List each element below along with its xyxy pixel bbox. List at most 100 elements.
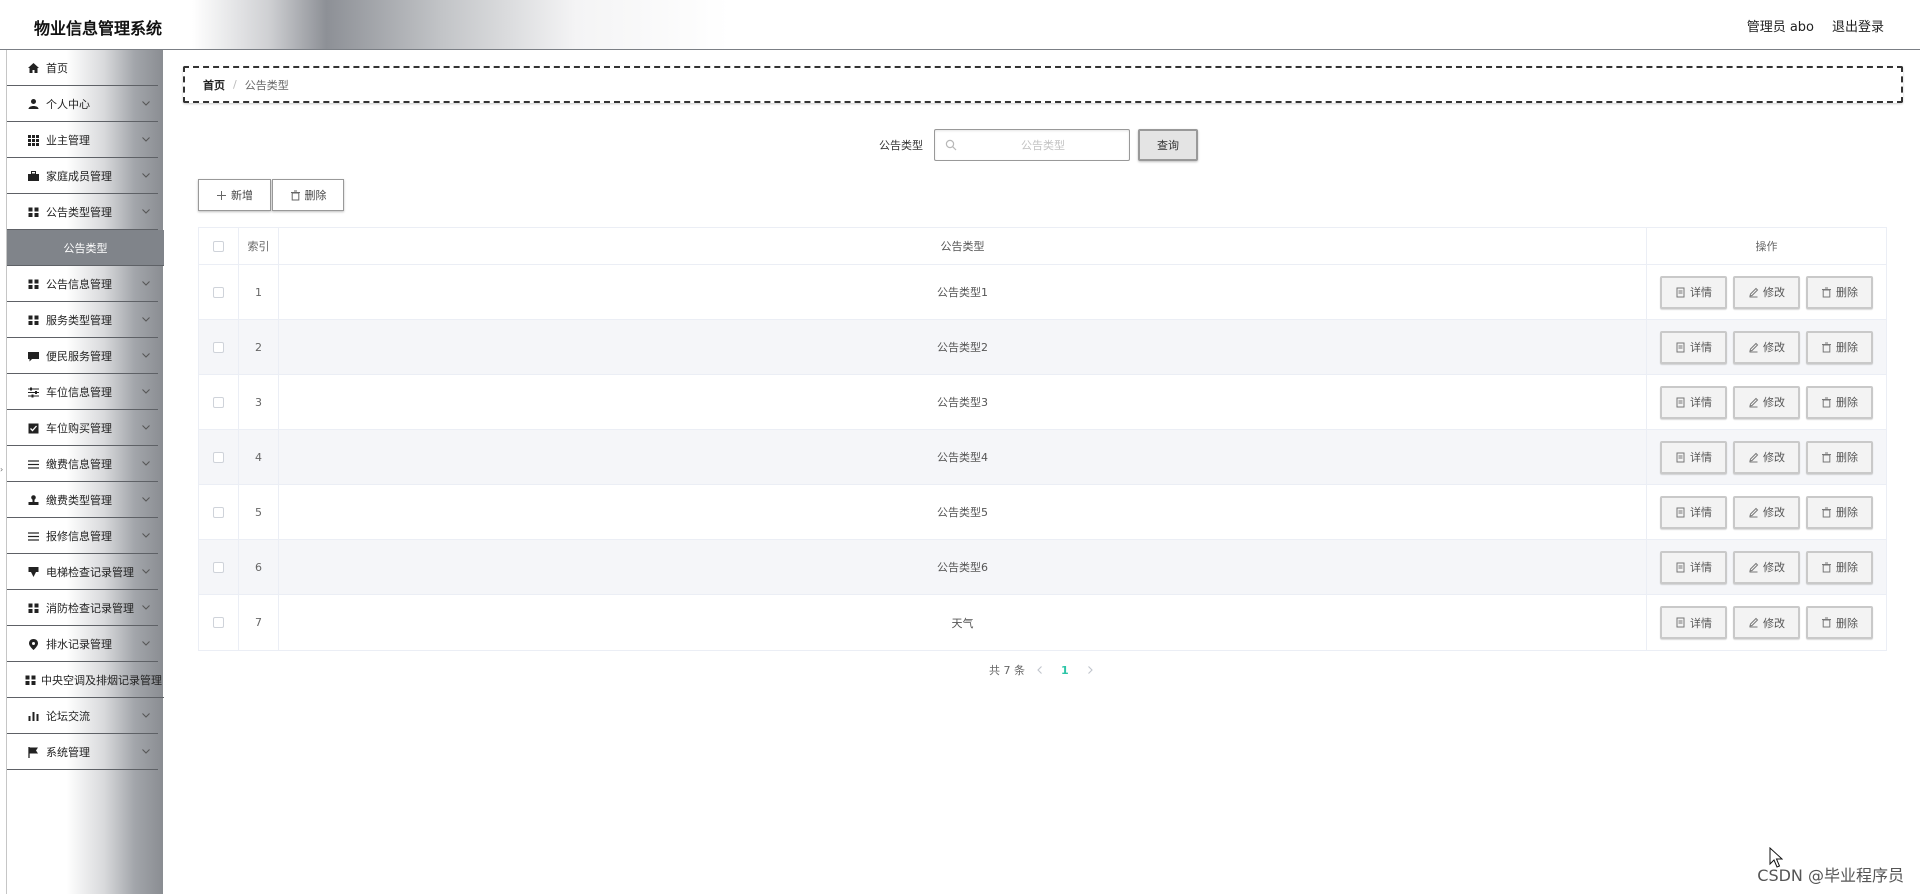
pencil-icon [1749, 287, 1759, 297]
row-index: 3 [239, 375, 279, 429]
chevron-down-icon [142, 389, 150, 394]
sidebar-item[interactable]: 缴费类型管理 [7, 482, 158, 518]
chevron-down-icon [142, 317, 150, 322]
delete-button[interactable]: 删除 [1806, 550, 1873, 584]
column-header-type: 公告类型 [279, 228, 1647, 264]
doc-icon [1676, 562, 1685, 572]
row-checkbox[interactable] [213, 396, 224, 408]
select-all-checkbox[interactable] [213, 240, 224, 252]
sidebar-item[interactable]: 缴费信息管理 [7, 446, 158, 482]
batch-delete-button[interactable]: 删除 [272, 179, 344, 211]
table-header-row: 索引 公告类型 操作 [199, 228, 1886, 265]
detail-button[interactable]: 详情 [1660, 606, 1727, 639]
detail-button-label: 详情 [1690, 561, 1712, 574]
delete-button[interactable]: 删除 [1806, 385, 1873, 419]
page-number[interactable]: 1 [1061, 664, 1069, 677]
sidebar-item[interactable]: 中央空调及排烟记录管理 [7, 662, 164, 698]
sidebar-item[interactable]: 报修信息管理 [7, 518, 158, 554]
edit-button[interactable]: 修改 [1733, 550, 1800, 584]
sidebar-item-label: 家庭成员管理 [46, 169, 112, 183]
row-checkbox[interactable] [213, 506, 224, 518]
detail-button[interactable]: 详情 [1660, 385, 1727, 419]
delete-button-label: 删除 [1836, 396, 1858, 409]
elevator-icon [28, 566, 39, 577]
detail-button[interactable]: 详情 [1660, 495, 1727, 529]
sidebar-item[interactable]: 电梯检查记录管理 [7, 554, 158, 590]
search-box[interactable] [934, 129, 1130, 161]
edit-button[interactable]: 修改 [1733, 495, 1800, 529]
row-checkbox[interactable] [213, 341, 224, 353]
chevron-down-icon [142, 425, 150, 430]
sidebar-item[interactable]: 服务类型管理 [7, 302, 158, 338]
sidebar-item[interactable]: 首页 [7, 50, 158, 86]
sidebar-item[interactable]: 家庭成员管理 [7, 158, 158, 194]
row-index: 2 [239, 320, 279, 374]
chevron-left-icon[interactable] [1035, 665, 1045, 675]
row-actions: 详情 修改 删除 [1647, 485, 1886, 539]
sidebar-item-label: 便民服务管理 [46, 349, 112, 363]
delete-button-label: 删除 [1836, 561, 1858, 574]
trash-icon [1822, 342, 1831, 352]
sidebar-item-label: 缴费信息管理 [46, 457, 112, 471]
sidebar-item[interactable]: 车位购买管理 [7, 410, 158, 446]
sidebar-subitem-active[interactable]: 公告类型 [7, 230, 164, 266]
pencil-icon [1749, 617, 1759, 628]
sidebar-item[interactable]: 系统管理 [7, 734, 158, 770]
detail-button[interactable]: 详情 [1660, 440, 1727, 474]
edit-button[interactable]: 修改 [1733, 606, 1800, 639]
delete-button[interactable]: 删除 [1806, 606, 1873, 639]
sidebar-item[interactable]: 公告信息管理 [7, 266, 158, 302]
sidebar-item[interactable]: 论坛交流 [7, 698, 158, 734]
column-header-index: 索引 [239, 228, 279, 264]
chevron-right-icon[interactable] [1085, 665, 1095, 675]
row-checkbox[interactable] [213, 286, 224, 298]
detail-button[interactable]: 详情 [1660, 550, 1727, 584]
sidebar-item[interactable]: 消防检查记录管理 [7, 590, 158, 626]
row-actions: 详情 修改 删除 [1647, 430, 1886, 484]
query-button[interactable]: 查询 [1138, 129, 1198, 161]
row-checkbox-cell [199, 375, 239, 429]
detail-button-label: 详情 [1690, 396, 1712, 409]
trash-icon [290, 190, 300, 200]
row-checkbox[interactable] [213, 617, 224, 628]
doc-icon [1676, 452, 1685, 462]
sidebar-item[interactable]: 排水记录管理 [7, 626, 158, 662]
trash-icon [1822, 397, 1831, 407]
row-actions: 详情 修改 删除 [1647, 320, 1886, 374]
sidebar-item-label: 公告类型管理 [46, 205, 112, 219]
chevron-down-icon [142, 569, 150, 574]
search-input[interactable] [957, 131, 1129, 159]
sidebar-item[interactable]: 车位信息管理 [7, 374, 158, 410]
row-checkbox[interactable] [213, 561, 224, 573]
delete-button-label: 删除 [1836, 341, 1858, 354]
table-row: 7 天气 详情 修改 删除 [199, 595, 1886, 650]
breadcrumb-home[interactable]: 首页 [203, 77, 225, 93]
delete-button[interactable]: 删除 [1806, 495, 1873, 529]
sidebar-item[interactable]: 公告类型管理 [7, 194, 158, 230]
detail-button[interactable]: 详情 [1660, 330, 1727, 364]
logout-link[interactable]: 退出登录 [1832, 16, 1884, 35]
edit-button[interactable]: 修改 [1733, 330, 1800, 364]
chevron-down-icon [142, 605, 150, 610]
sidebar-item[interactable]: 业主管理 [7, 122, 158, 158]
detail-button[interactable]: 详情 [1660, 275, 1727, 309]
sidebar-item[interactable]: 个人中心 [7, 86, 158, 122]
delete-button[interactable]: 删除 [1806, 330, 1873, 364]
add-button[interactable]: 新增 [198, 179, 271, 211]
sliders-icon [28, 387, 39, 397]
edit-button-label: 修改 [1763, 561, 1785, 574]
row-checkbox-cell [199, 265, 239, 319]
detail-button-label: 详情 [1690, 506, 1712, 519]
delete-button[interactable]: 删除 [1806, 275, 1873, 309]
row-checkbox-cell [199, 430, 239, 484]
row-actions: 详情 修改 删除 [1647, 540, 1886, 594]
edit-button[interactable]: 修改 [1733, 440, 1800, 474]
edit-button[interactable]: 修改 [1733, 275, 1800, 309]
edit-button[interactable]: 修改 [1733, 385, 1800, 419]
row-checkbox[interactable] [213, 451, 224, 463]
sidebar-item[interactable]: 便民服务管理 [7, 338, 158, 374]
delete-button[interactable]: 删除 [1806, 440, 1873, 474]
sidebar-item-label: 首页 [46, 61, 68, 75]
table-row: 5 公告类型5 详情 修改 删除 [199, 485, 1886, 540]
breadcrumb-separator: / [233, 78, 237, 91]
